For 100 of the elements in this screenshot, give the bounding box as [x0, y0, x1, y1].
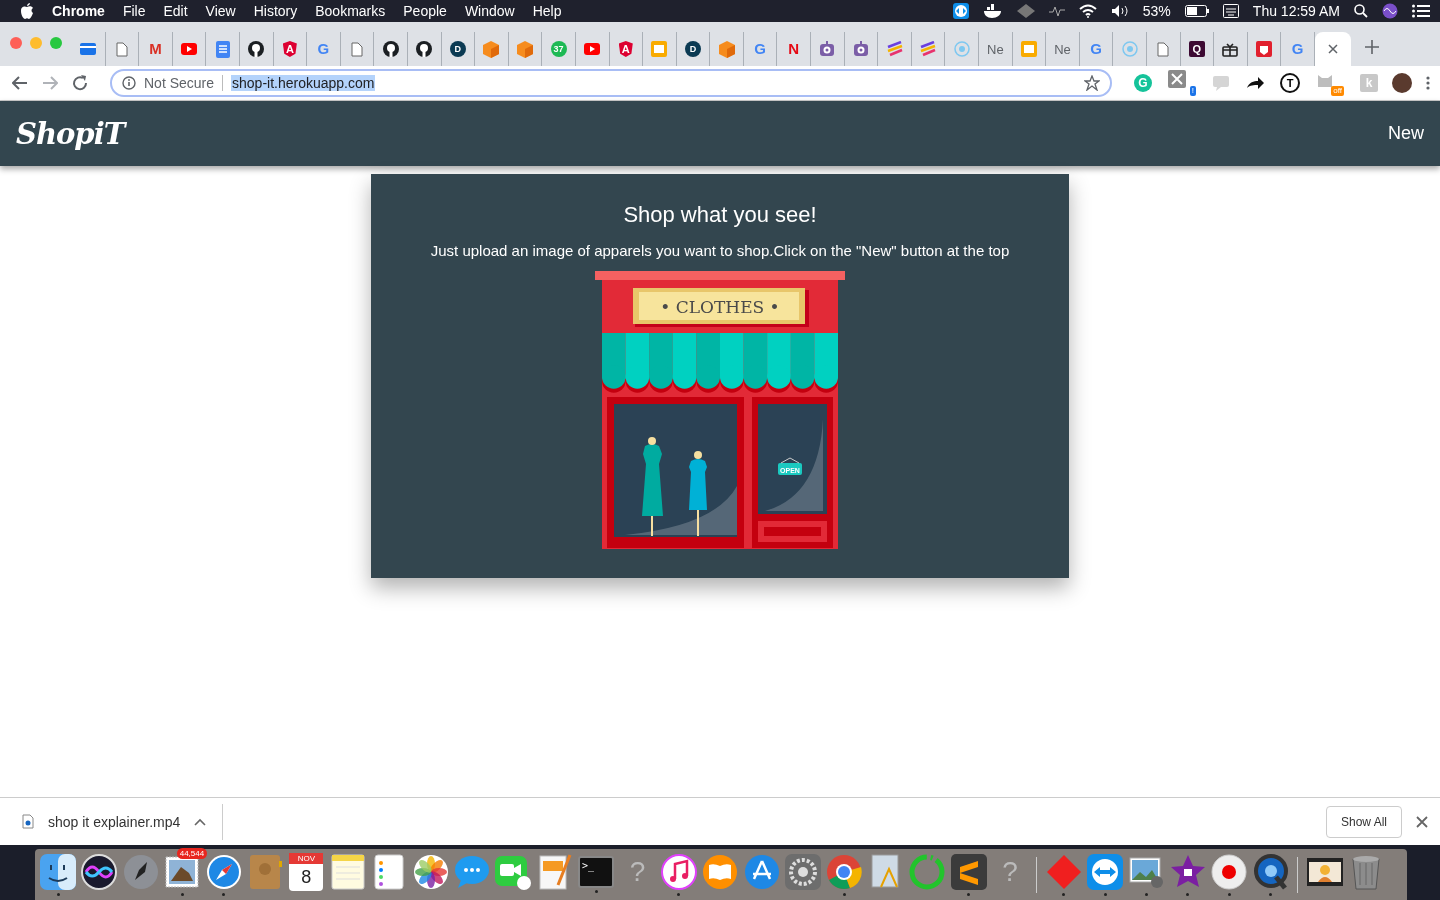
close-icon[interactable] [1327, 44, 1338, 54]
hero-text: Just upload an image of apparels you want to shop.Click on the "New" button at the top [430, 242, 1010, 259]
letter-icon: G [1090, 41, 1102, 57]
reload-icon[interactable] [72, 75, 88, 91]
stripes-icon [920, 41, 937, 57]
letter-badge-icon: D [449, 41, 466, 57]
diamond-icon[interactable] [1016, 4, 1035, 18]
download-file-name[interactable]: shop it explainer.mp4 [48, 813, 181, 830]
letter-icon: M [149, 41, 162, 57]
letter-badge-icon: 37 [550, 41, 567, 57]
page-icon [351, 41, 364, 57]
menu-item[interactable]: Bookmarks [315, 3, 386, 19]
new-tab-icon[interactable] [1364, 40, 1379, 54]
calendar-icon[interactable]: NOV 8 [289, 853, 324, 891]
video-file-icon [22, 814, 34, 829]
flower-icon[interactable] [411, 853, 450, 891]
apple-logo-icon[interactable] [20, 3, 34, 19]
letter-icon: G [754, 41, 766, 57]
play-icon [584, 43, 601, 55]
close-icon[interactable] [1416, 815, 1428, 828]
caret-icon[interactable] [194, 817, 207, 826]
avatar[interactable] [1392, 73, 1412, 93]
menu-item[interactable]: Help [532, 3, 562, 19]
slides-icon [1020, 41, 1037, 57]
terminal-icon[interactable]: >_ [578, 856, 615, 888]
speaker-icon[interactable] [1110, 4, 1129, 18]
url-text: shop-it.herokuapp.com [231, 75, 376, 91]
chrome-icon[interactable] [825, 853, 864, 891]
cube-icon [517, 40, 533, 58]
page-icon [115, 41, 128, 57]
status-badge: off [1331, 86, 1344, 96]
letter-badge-icon[interactable]: T [1280, 73, 1300, 93]
app-store-icon[interactable] [742, 853, 781, 891]
letter-icon: G [317, 41, 330, 57]
page-icon [1157, 41, 1170, 57]
address-bar[interactable]: Not Secure shop-it.herokuapp.com [110, 69, 1112, 97]
arrow-icon[interactable] [1246, 76, 1264, 90]
notification-badge: 44,544 [176, 848, 208, 859]
shield-icon: A [618, 41, 633, 57]
back-arrow-icon[interactable] [12, 76, 28, 90]
card-icon [80, 43, 97, 55]
forward-arrow-icon[interactable] [42, 76, 58, 90]
battery-icon[interactable] [1184, 5, 1209, 17]
letter-icon: G [1291, 41, 1304, 57]
notepad-icon[interactable] [328, 853, 367, 891]
double-arrow-icon[interactable] [952, 3, 969, 19]
video-camera-icon[interactable] [494, 853, 533, 891]
orb-icon[interactable] [80, 853, 119, 891]
show-all-button[interactable]: Show All [1325, 805, 1402, 838]
keyboard-icon[interactable] [1222, 4, 1239, 18]
document-icon [215, 40, 230, 58]
ring-icon [953, 41, 970, 57]
slides-icon [651, 41, 668, 57]
close-window-button[interactable] [10, 37, 22, 49]
whale-icon[interactable] [982, 4, 1003, 18]
gear-icon[interactable] [784, 853, 823, 891]
robot-icon [819, 41, 836, 57]
security-label: Not Secure [144, 75, 224, 91]
info-icon[interactable] [122, 76, 136, 90]
music-note-icon[interactable] [659, 853, 698, 891]
record-icon[interactable] [1210, 853, 1249, 891]
rocket-icon[interactable] [121, 853, 160, 891]
new-link[interactable]: New [1388, 123, 1424, 144]
menu-item[interactable]: Window [464, 3, 515, 19]
star-icon[interactable] [1084, 75, 1100, 91]
menu-item[interactable]: Chrome [52, 3, 105, 19]
cube-icon [483, 40, 500, 58]
play-icon [181, 43, 198, 55]
smiling-face-icon[interactable] [39, 853, 77, 891]
menu-item[interactable]: History [253, 3, 298, 19]
search-icon[interactable] [1354, 4, 1368, 18]
speech-bubble-icon[interactable] [452, 853, 491, 891]
menu-item[interactable]: File [122, 3, 146, 19]
more-options-icon[interactable] [1426, 76, 1430, 90]
magnifier-icon[interactable] [1251, 853, 1290, 891]
wifi-icon[interactable] [1078, 4, 1097, 18]
shop-sign-text: • CLOTHES • [660, 297, 780, 317]
pulse-icon[interactable] [1048, 5, 1065, 17]
cube-icon [718, 40, 735, 58]
menu-item[interactable]: Edit [163, 3, 188, 19]
bag-icon [1256, 41, 1273, 57]
letter-icon: N [788, 41, 800, 57]
open-book-icon[interactable] [701, 853, 740, 891]
clock[interactable]: Thu 12:59 AM [1252, 3, 1340, 19]
ring-icon [1121, 41, 1138, 57]
compass-icon[interactable] [204, 853, 243, 891]
orb-icon[interactable] [1382, 3, 1398, 19]
letter-badge-icon: Q [1188, 41, 1205, 57]
robot-icon [852, 41, 869, 57]
gift-icon [1222, 41, 1239, 57]
menu-item[interactable]: People [403, 3, 447, 19]
stamp-icon[interactable] [163, 853, 202, 891]
stripes-icon [886, 41, 903, 57]
shield-icon: A [282, 41, 297, 57]
hero-title: Shop what you see! [623, 202, 817, 228]
list-icon[interactable] [1412, 4, 1430, 18]
brand-logo[interactable]: ShopiT [16, 116, 125, 151]
cross-icon[interactable] [1168, 70, 1186, 88]
menu-item[interactable]: View [205, 3, 236, 19]
letter-badge-icon: D [685, 41, 701, 57]
